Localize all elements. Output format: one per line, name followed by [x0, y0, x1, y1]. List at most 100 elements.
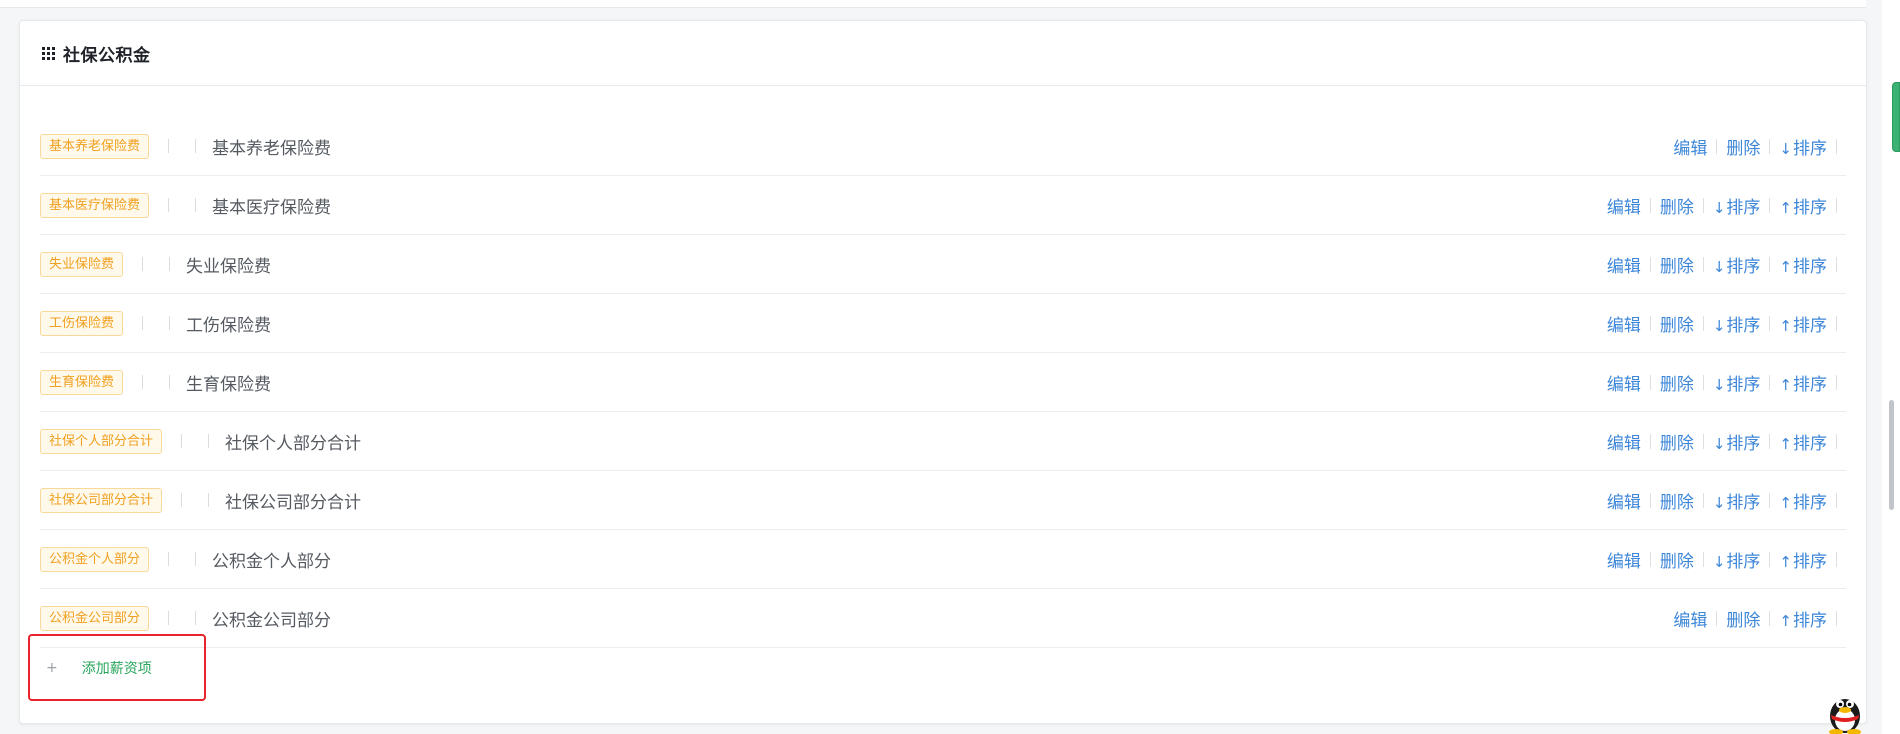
sort-down-button[interactable]: ↓排序	[1713, 370, 1761, 395]
sort-down-button[interactable]: ↓排序	[1713, 429, 1761, 454]
sort-up-button[interactable]: ↑排序	[1779, 252, 1827, 277]
divider	[142, 375, 144, 389]
row-actions: 编辑 删除 ↓排序 ↑排序	[1607, 530, 1846, 588]
arrow-up-icon: ↑	[1779, 493, 1792, 512]
social-security-card: 社保公积金 基本养老保险费 基本养老保险费 编辑 删除 ↓排序 基本医疗保险费 基本医疗保险…	[19, 20, 1867, 724]
delete-button[interactable]: 删除	[1660, 488, 1694, 513]
sort-down-button-label: 排序	[1726, 197, 1761, 218]
sort-up-button[interactable]: ↑排序	[1779, 429, 1827, 454]
edit-button[interactable]: 编辑	[1607, 193, 1641, 218]
row-actions: 编辑 删除 ↓排序 ↑排序	[1607, 353, 1846, 411]
sort-down-button-label: 排序	[1726, 256, 1761, 277]
row-actions: 编辑 删除 ↓排序 ↑排序	[1607, 412, 1846, 470]
action-divider	[1836, 610, 1837, 626]
delete-button[interactable]: 删除	[1726, 606, 1760, 631]
edit-button[interactable]: 编辑	[1607, 547, 1641, 572]
salary-item-name: 基本养老保险费	[212, 138, 332, 159]
salary-item-list: 基本养老保险费 基本养老保险费 编辑 删除 ↓排序 基本医疗保险费 基本医疗保险费 编辑 删除 ↓…	[40, 117, 1846, 648]
edit-button[interactable]: 编辑	[1607, 252, 1641, 277]
arrow-up-icon: ↑	[1779, 375, 1792, 394]
delete-button[interactable]: 删除	[1660, 252, 1694, 277]
sort-down-button-label: 排序	[1793, 138, 1827, 159]
delete-button-label: 删除	[1659, 374, 1694, 395]
action-divider	[1716, 610, 1718, 626]
delete-button[interactable]: 删除	[1726, 134, 1760, 159]
salary-item-name: 基本医疗保险费	[212, 197, 332, 218]
divider	[195, 552, 197, 566]
action-divider	[1836, 492, 1837, 508]
salary-item-row: 社保个人部分合计 社保个人部分合计 编辑 删除 ↓排序 ↑排序	[40, 412, 1846, 471]
sort-down-button[interactable]: ↓排序	[1779, 134, 1827, 159]
arrow-down-icon: ↓	[1712, 316, 1726, 335]
edit-button[interactable]: 编辑	[1607, 370, 1641, 395]
action-divider	[1836, 433, 1837, 449]
salary-item-tag: 公积金个人部分	[40, 546, 150, 572]
edit-button[interactable]: 编辑	[1673, 134, 1707, 159]
sort-down-button[interactable]: ↓排序	[1713, 311, 1761, 336]
sort-down-button-label: 排序	[1726, 374, 1761, 395]
salary-item-row: 公积金公司部分 公积金公司部分 编辑 删除 ↑排序	[40, 589, 1846, 648]
edit-button-label: 编辑	[1606, 374, 1641, 395]
side-widget-tab[interactable]	[1892, 82, 1900, 152]
salary-item-name: 社保公司部分合计	[225, 492, 362, 513]
arrow-up-icon: ↑	[1779, 434, 1792, 453]
delete-button-label: 删除	[1659, 256, 1694, 277]
divider	[169, 316, 171, 330]
divider	[169, 375, 171, 389]
divider	[195, 198, 197, 212]
edit-button[interactable]: 编辑	[1607, 488, 1641, 513]
grid-icon	[42, 46, 55, 60]
delete-button-label: 删除	[1659, 433, 1694, 454]
sort-up-button[interactable]: ↑排序	[1779, 488, 1827, 513]
delete-button[interactable]: 删除	[1660, 311, 1694, 336]
delete-button[interactable]: 删除	[1660, 370, 1694, 395]
edit-button-label: 编辑	[1606, 315, 1641, 336]
action-divider	[1649, 256, 1651, 272]
edit-button-label: 编辑	[1673, 138, 1708, 159]
sort-down-button[interactable]: ↓排序	[1713, 547, 1761, 572]
salary-item-row: 失业保险费 失业保险费 编辑 删除 ↓排序 ↑排序	[40, 235, 1846, 294]
delete-button[interactable]: 删除	[1660, 193, 1694, 218]
sort-down-button-label: 排序	[1726, 551, 1761, 572]
sort-up-button[interactable]: ↑排序	[1779, 311, 1827, 336]
sort-down-button[interactable]: ↓排序	[1713, 252, 1761, 277]
action-divider	[1836, 256, 1837, 272]
add-salary-item-button[interactable]: + 添加薪资项	[28, 634, 206, 701]
arrow-up-icon: ↑	[1779, 316, 1792, 335]
row-actions: 编辑 删除 ↓排序 ↑排序	[1607, 294, 1846, 352]
sort-down-button[interactable]: ↓排序	[1713, 488, 1761, 513]
sort-up-button[interactable]: ↑排序	[1779, 606, 1827, 631]
scrollbar-thumb[interactable]	[1889, 400, 1894, 510]
salary-item-name: 公积金公司部分	[212, 610, 332, 631]
card-title: 社保公积金	[63, 45, 151, 66]
salary-item-row: 工伤保险费 工伤保险费 编辑 删除 ↓排序 ↑排序	[40, 294, 1846, 353]
salary-item-tag: 社保公司部分合计	[40, 487, 163, 513]
delete-button[interactable]: 删除	[1660, 547, 1694, 572]
arrow-down-icon: ↓	[1712, 198, 1726, 217]
delete-button[interactable]: 删除	[1660, 429, 1694, 454]
salary-item-name: 生育保险费	[186, 374, 272, 395]
action-divider	[1769, 256, 1771, 272]
divider	[168, 198, 170, 212]
sort-up-button-label: 排序	[1793, 433, 1827, 454]
action-divider	[1649, 492, 1651, 508]
edit-button[interactable]: 编辑	[1607, 429, 1641, 454]
arrow-down-icon: ↓	[1712, 552, 1726, 571]
salary-item-name: 社保个人部分合计	[225, 433, 362, 454]
sort-up-button[interactable]: ↑排序	[1779, 370, 1827, 395]
sort-up-button[interactable]: ↑排序	[1779, 193, 1827, 218]
salary-item-tag: 生育保险费	[40, 369, 124, 395]
divider	[168, 611, 170, 625]
action-divider	[1836, 551, 1837, 567]
edit-button[interactable]: 编辑	[1673, 606, 1707, 631]
edit-button[interactable]: 编辑	[1607, 311, 1641, 336]
salary-item-row: 基本养老保险费 基本养老保险费 编辑 删除 ↓排序	[40, 117, 1846, 176]
action-divider	[1702, 197, 1704, 213]
sort-down-button[interactable]: ↓排序	[1713, 193, 1761, 218]
salary-item-tag: 基本医疗保险费	[40, 192, 150, 218]
sort-up-button[interactable]: ↑排序	[1779, 547, 1827, 572]
action-divider	[1649, 374, 1651, 390]
plus-icon: +	[46, 659, 58, 676]
edit-button-label: 编辑	[1606, 197, 1641, 218]
qq-penguin-icon[interactable]	[1822, 688, 1868, 734]
